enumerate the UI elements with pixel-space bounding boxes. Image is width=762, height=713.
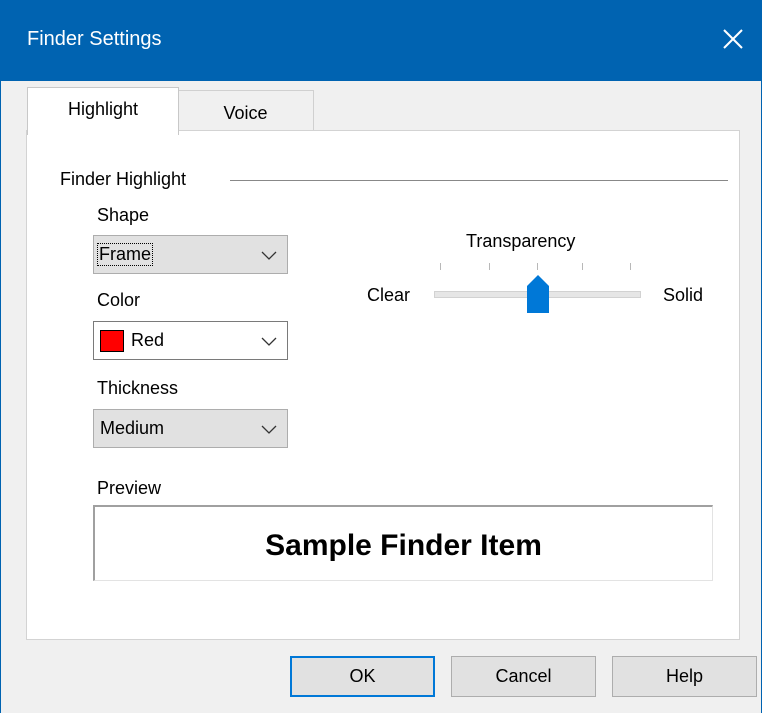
chevron-down-icon [261,425,277,434]
slider-tick [440,263,441,270]
color-select[interactable]: Red [93,321,288,360]
color-swatch [100,330,124,352]
color-label: Color [97,290,141,310]
thickness-label: Thickness [97,378,179,398]
group-title: Finder Highlight [60,169,187,189]
group-divider [230,180,728,181]
ok-button[interactable]: OK [290,656,435,697]
thickness-value: Medium [100,418,165,438]
tab-highlight[interactable]: Highlight [27,87,179,135]
close-icon [723,29,743,49]
color-value: Red [131,330,165,350]
preview-box: Sample Finder Item [93,505,713,581]
slider-tick [537,263,538,270]
window-title: Finder Settings [27,28,162,50]
shape-value: Frame [96,243,154,266]
transparency-label: Transparency [466,231,576,251]
window-border-left [0,81,1,713]
close-button[interactable] [706,10,762,68]
shape-label: Shape [97,205,150,225]
title-bar: Finder Settings [0,0,762,81]
slider-tick [489,263,490,270]
cancel-button[interactable]: Cancel [451,656,596,697]
chevron-down-icon [261,337,277,346]
preview-label: Preview [97,478,162,498]
preview-sample-text: Sample Finder Item [265,529,542,562]
chevron-down-icon [261,251,277,260]
tab-voice[interactable]: Voice [177,90,314,132]
shape-select[interactable]: Frame [93,235,288,274]
thickness-select[interactable]: Medium [93,409,288,448]
slider-tick [630,263,631,270]
slider-max-label: Solid [663,285,704,305]
transparency-slider-thumb[interactable] [527,275,549,313]
slider-min-label: Clear [367,285,411,305]
slider-tick [582,263,583,270]
help-button[interactable]: Help [612,656,757,697]
